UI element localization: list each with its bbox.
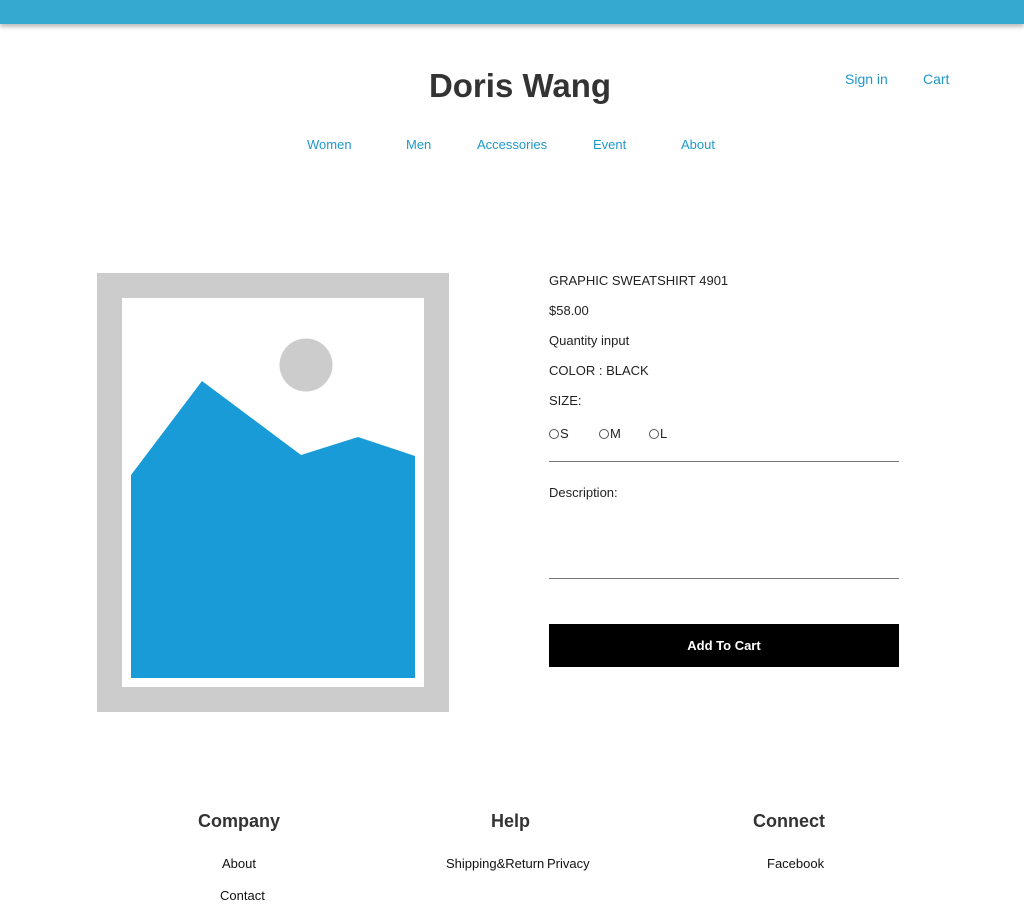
- size-option-m[interactable]: M: [599, 426, 621, 441]
- divider: [549, 461, 899, 462]
- color-label: COLOR : BLACK: [549, 363, 649, 378]
- quantity-input[interactable]: Quantity input: [549, 333, 629, 348]
- product-price: $58.00: [549, 303, 589, 318]
- divider: [549, 578, 899, 579]
- cart-link[interactable]: Cart: [923, 71, 949, 87]
- radio-icon[interactable]: [599, 428, 609, 439]
- nav-item-about[interactable]: About: [681, 137, 715, 152]
- size-option-label: M: [610, 426, 621, 441]
- footer-link-shipping-return[interactable]: Shipping&Return: [446, 856, 544, 871]
- nav-item-event[interactable]: Event: [593, 137, 626, 152]
- size-option-label: S: [560, 426, 569, 441]
- top-accent-bar: [0, 0, 1024, 24]
- size-option-l[interactable]: L: [649, 426, 667, 441]
- image-placeholder-icon: [122, 298, 424, 687]
- size-label: SIZE:: [549, 393, 582, 408]
- nav-item-accessories[interactable]: Accessories: [477, 137, 547, 152]
- description-label: Description:: [549, 485, 618, 500]
- size-option-label: L: [660, 426, 668, 441]
- footer-link-about[interactable]: About: [222, 856, 256, 871]
- footer-link-privacy[interactable]: Privacy: [547, 856, 590, 871]
- footer-link-contact[interactable]: Contact: [220, 888, 265, 903]
- footer-help-title: Help: [491, 811, 531, 831]
- product-image: [97, 273, 449, 712]
- add-to-cart-button[interactable]: Add To Cart: [549, 624, 899, 667]
- sign-in-link[interactable]: Sign in: [845, 71, 888, 87]
- radio-icon[interactable]: [549, 428, 559, 439]
- size-option-s[interactable]: S: [549, 426, 569, 441]
- footer-connect-title: Connect: [753, 811, 825, 831]
- nav-item-men[interactable]: Men: [406, 137, 431, 152]
- nav-item-women[interactable]: Women: [307, 137, 352, 152]
- radio-icon[interactable]: [649, 428, 659, 439]
- product-name: GRAPHIC SWEATSHIRT 4901: [549, 273, 729, 288]
- footer-link-facebook[interactable]: Facebook: [767, 856, 824, 871]
- footer-company-title: Company: [198, 811, 281, 831]
